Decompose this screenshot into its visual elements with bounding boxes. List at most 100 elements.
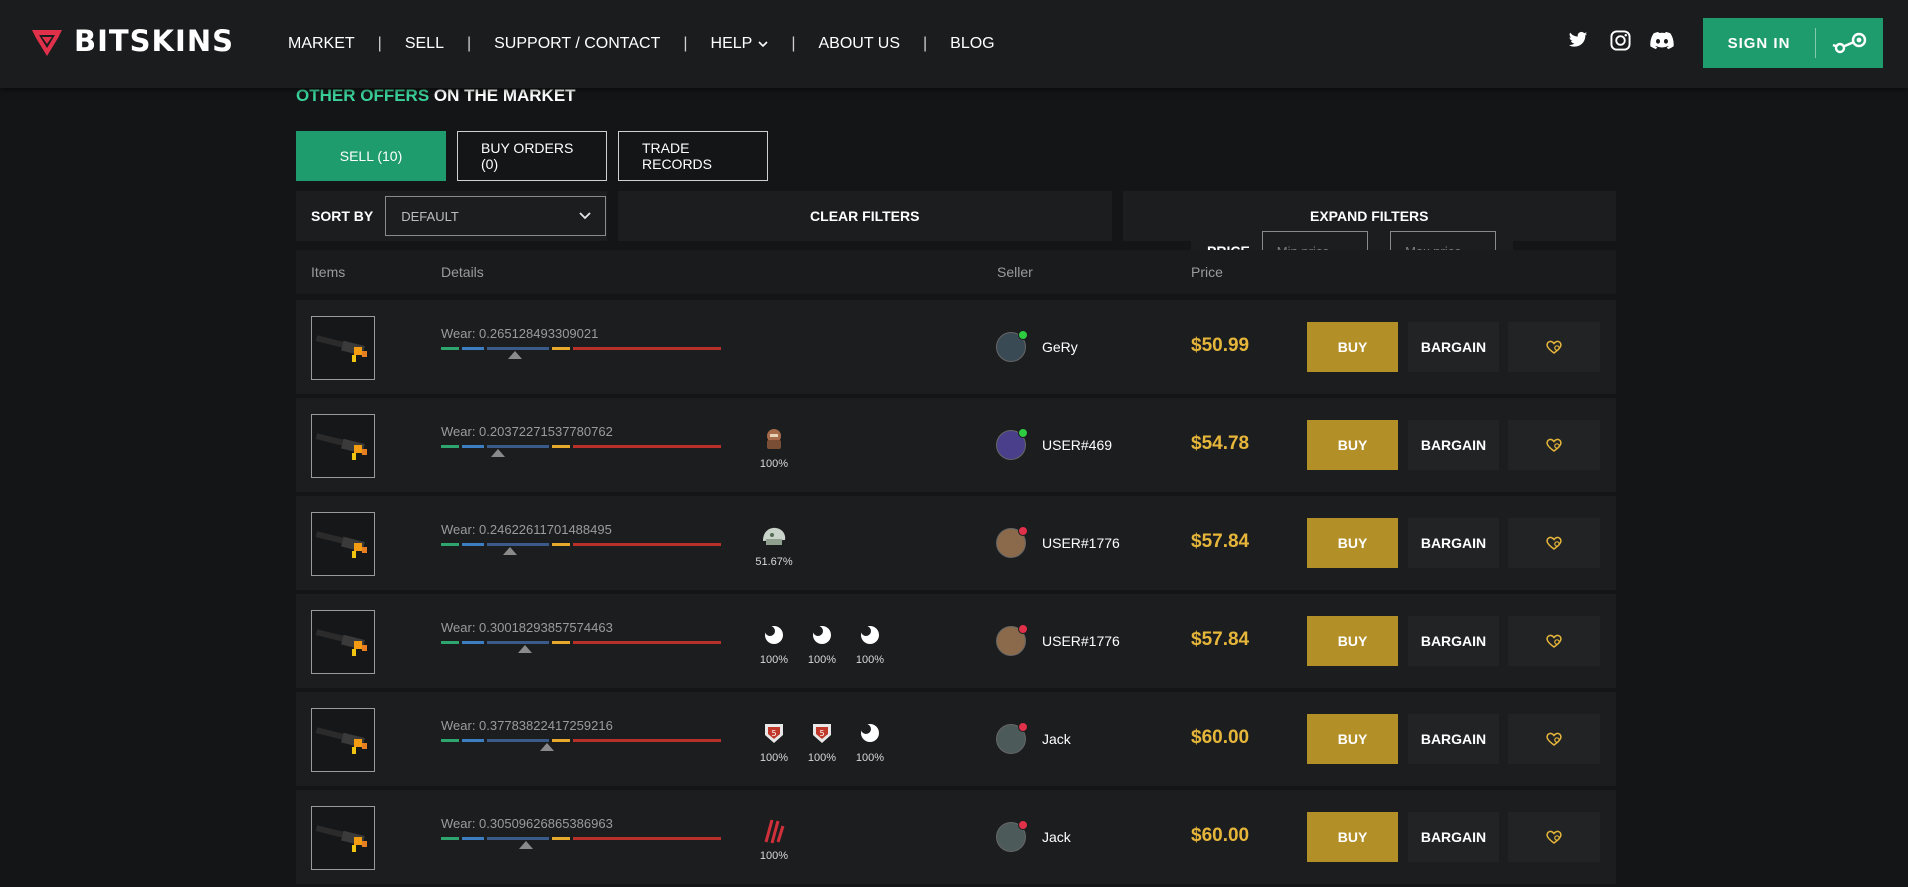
buy-button[interactable]: BUY (1307, 518, 1398, 568)
wear-value: Wear: 0.24622611701488495 (441, 522, 612, 537)
sticker-percent: 100% (759, 850, 789, 862)
moon-sticker-icon (808, 622, 836, 648)
avatar (996, 330, 1028, 362)
bargain-button[interactable]: BARGAIN (1408, 812, 1499, 862)
sticker: 100% (755, 426, 793, 470)
favorite-button[interactable] (1508, 518, 1600, 568)
wear-marker (491, 449, 505, 457)
sticker-list: 100% 100% 100% (755, 622, 889, 666)
item-thumbnail[interactable] (311, 316, 375, 380)
favorite-button[interactable] (1508, 420, 1600, 470)
sign-in-button[interactable]: SIGN IN (1703, 18, 1883, 68)
social-links (1566, 28, 1674, 52)
sticker-list: 51.67% (755, 524, 793, 568)
seller-info[interactable]: USER#469 (996, 428, 1113, 460)
item-thumbnail[interactable] (311, 414, 375, 478)
item-thumbnail[interactable] (311, 512, 375, 576)
online-status-dot (1018, 428, 1028, 438)
seller-info[interactable]: GeRy (996, 330, 1078, 362)
wear-value: Wear: 0.30509626865386963 (441, 816, 613, 831)
online-status-dot (1018, 820, 1028, 830)
online-status-dot (1018, 330, 1028, 340)
steam-icon (1816, 32, 1883, 54)
heart-hand-icon (1546, 536, 1562, 550)
favorite-button[interactable] (1508, 616, 1600, 666)
buy-button[interactable]: BUY (1307, 812, 1398, 862)
item-thumbnail[interactable] (311, 708, 375, 772)
avatar (996, 624, 1028, 656)
bitskins-logo-icon (32, 30, 62, 56)
item-price: $50.99 (1191, 335, 1250, 356)
heart-hand-icon (1546, 438, 1562, 452)
sticker: 5 100% (803, 720, 841, 764)
filter-bar: SORT BY DEFAULT PRICE - CLEAR FILTERS EX… (296, 191, 1616, 276)
bitskins-logo[interactable]: BITSKINS (30, 24, 234, 58)
tab-sell[interactable]: SELL (10) (296, 131, 446, 181)
buy-button[interactable]: BUY (1307, 322, 1398, 372)
nav-market[interactable]: MARKET (288, 35, 355, 53)
heart-hand-icon (1546, 830, 1562, 844)
bargain-button[interactable]: BARGAIN (1408, 420, 1499, 470)
seller-info[interactable]: Jack (996, 820, 1071, 852)
favorite-button[interactable] (1508, 322, 1600, 372)
avatar (996, 722, 1028, 754)
sort-label: SORT BY (311, 208, 374, 224)
nav-separator: | (466, 35, 472, 52)
item-thumbnail[interactable] (311, 610, 375, 674)
moon-sticker-icon (856, 622, 884, 648)
wear-bar (441, 347, 721, 350)
wear-value: Wear: 0.30018293857574463 (441, 620, 613, 635)
badge-sticker-icon: 5 (808, 720, 836, 746)
chevron-down-icon (758, 41, 768, 48)
heart-hand-icon (1546, 634, 1562, 648)
nav-help[interactable]: HELP (711, 35, 769, 53)
seller-name: Jack (1042, 829, 1071, 845)
seller-info[interactable]: USER#1776 (996, 624, 1120, 656)
nav-support-contact[interactable]: SUPPORT / CONTACT (494, 35, 660, 53)
nav-blog[interactable]: BLOG (950, 35, 994, 53)
table-header: Items Details Seller Price (296, 250, 1616, 294)
seller-info[interactable]: Jack (996, 722, 1071, 754)
bargain-button[interactable]: BARGAIN (1408, 322, 1499, 372)
wear-marker (503, 547, 517, 555)
seller-info[interactable]: USER#1776 (996, 526, 1120, 558)
wear-bar (441, 837, 721, 840)
wear-marker (540, 743, 554, 751)
offer-row: Wear: 0.30018293857574463 100% 100% 100% (296, 594, 1616, 688)
discord-icon[interactable] (1650, 28, 1674, 52)
item-price: $54.78 (1191, 433, 1250, 454)
wear-bar (441, 641, 721, 644)
nav-separator: | (922, 35, 928, 52)
favorite-button[interactable] (1508, 812, 1600, 862)
sort-filter: SORT BY DEFAULT (296, 191, 607, 241)
twitter-icon[interactable] (1566, 28, 1590, 52)
column-details: Details (441, 264, 484, 280)
sticker-percent: 100% (855, 654, 885, 666)
sticker-percent: 51.67% (755, 556, 793, 568)
seller-name: USER#469 (1042, 437, 1113, 453)
badge-sticker-icon: 5 (760, 720, 788, 746)
nav-sell[interactable]: SELL (405, 35, 444, 53)
online-status-dot (1018, 722, 1028, 732)
wear-marker (508, 351, 522, 359)
bargain-button[interactable]: BARGAIN (1408, 714, 1499, 764)
wear-bar (441, 445, 721, 448)
favorite-button[interactable] (1508, 714, 1600, 764)
buy-button[interactable]: BUY (1307, 714, 1398, 764)
instagram-icon[interactable] (1608, 28, 1632, 52)
sort-select[interactable]: DEFAULT (385, 196, 607, 236)
buy-button[interactable]: BUY (1307, 420, 1398, 470)
buy-button[interactable]: BUY (1307, 616, 1398, 666)
sticker: 100% (755, 622, 793, 666)
bargain-button[interactable]: BARGAIN (1408, 616, 1499, 666)
tab-trade-records[interactable]: TRADE RECORDS (618, 131, 768, 181)
column-price: Price (1191, 264, 1223, 280)
item-thumbnail[interactable] (311, 806, 375, 870)
wear-bar (441, 543, 721, 546)
sticker-list: 5 100% 5 100% 100% (755, 720, 889, 764)
sticker: 100% (851, 622, 889, 666)
clear-filters-button[interactable]: CLEAR FILTERS (618, 191, 1112, 241)
nav-about-us[interactable]: ABOUT US (818, 35, 900, 53)
bargain-button[interactable]: BARGAIN (1408, 518, 1499, 568)
tab-buy-orders[interactable]: BUY ORDERS (0) (457, 131, 607, 181)
